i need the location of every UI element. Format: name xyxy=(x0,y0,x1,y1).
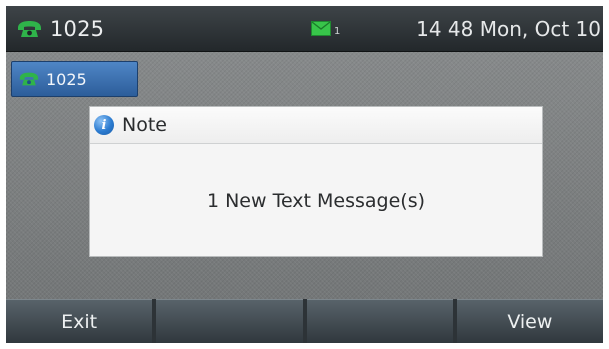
softkey-3[interactable] xyxy=(306,299,453,343)
softkey-bar: Exit View xyxy=(6,299,603,343)
new-message-indicator[interactable]: 1 xyxy=(311,21,340,39)
exit-softkey[interactable]: Exit xyxy=(6,299,153,343)
status-bar: 1025 1 14 48 Mon, Oct 10 xyxy=(6,6,603,52)
view-softkey[interactable]: View xyxy=(456,299,603,343)
status-account: 1025 xyxy=(16,15,104,43)
status-account-label: 1025 xyxy=(50,17,105,41)
date-time: 14 48 Mon, Oct 10 xyxy=(416,17,601,41)
handset-icon xyxy=(18,21,41,37)
softkey-2[interactable] xyxy=(156,299,303,343)
message-count: 1 xyxy=(334,26,341,37)
dialog-header: i Note xyxy=(90,107,542,144)
line-key-label: 1025 xyxy=(46,69,87,89)
phone-screen: 1025 1 14 48 Mon, Oct 10 1025 i Note 1 N… xyxy=(6,6,603,343)
envelope-icon xyxy=(311,21,331,36)
dialog-title: Note xyxy=(122,114,167,136)
note-dialog: i Note 1 New Text Message(s) xyxy=(89,106,543,257)
dialog-body: 1 New Text Message(s) xyxy=(90,144,542,257)
dialog-message: 1 New Text Message(s) xyxy=(206,189,426,212)
handset-icon xyxy=(19,72,39,86)
line-key-1025[interactable]: 1025 xyxy=(11,61,138,97)
info-icon: i xyxy=(94,115,114,135)
